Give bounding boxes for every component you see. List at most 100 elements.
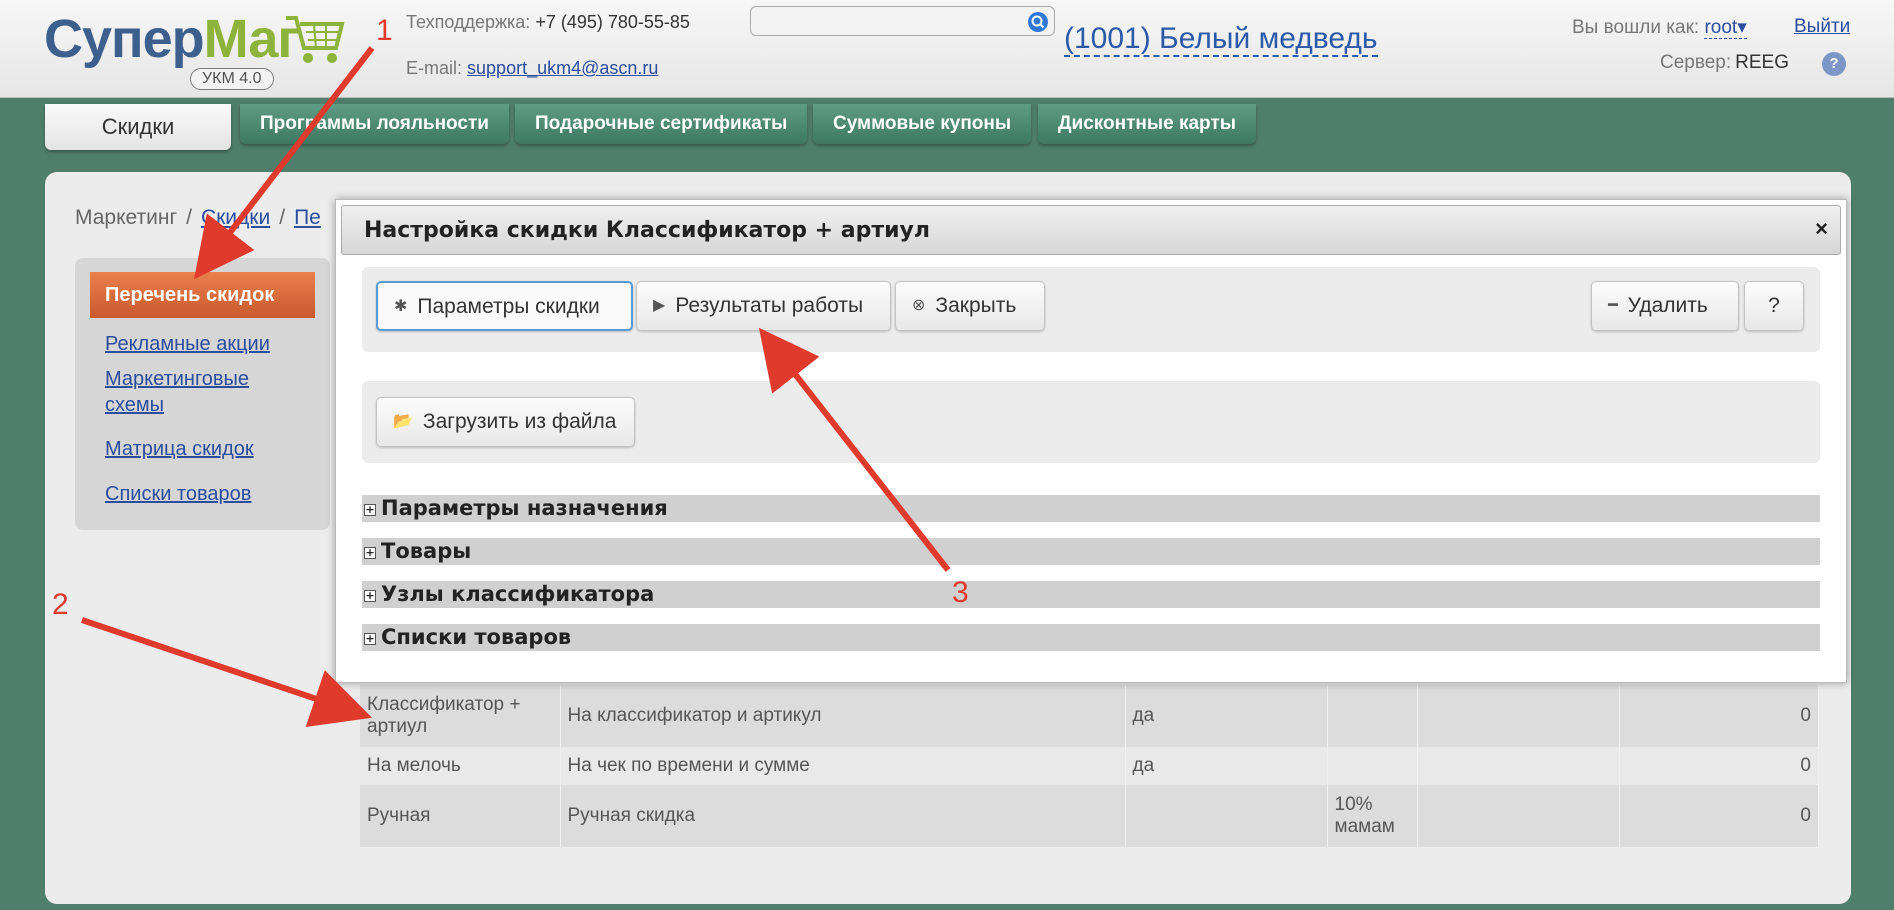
support-email-line: E-mail: support_ukm4@ascn.ru bbox=[406, 58, 658, 79]
app-header: СуперМаг УКМ 4.0 Техподдержка: +7 (495) … bbox=[0, 0, 1894, 98]
breadcrumb: Маркетинг / Скидки / Пе bbox=[75, 206, 321, 230]
dialog-title: Настройка скидки Классификатор + артиул bbox=[364, 218, 930, 243]
section-label: Списки товаров bbox=[381, 625, 572, 649]
logout-link[interactable]: Выйти bbox=[1794, 16, 1850, 38]
dialog-toolbar: ✱ Параметры скидки ▶ Результаты работы ⊗ За… bbox=[362, 267, 1820, 352]
tab-coupons[interactable]: Суммовые купоны bbox=[813, 104, 1032, 144]
help-button[interactable]: ? bbox=[1744, 281, 1804, 331]
table-cell bbox=[1327, 747, 1418, 785]
tab-discounts[interactable]: Скидки bbox=[45, 104, 231, 150]
delete-button[interactable]: ━ Удалить bbox=[1591, 281, 1739, 331]
table-cell: На классификатор и артикул bbox=[560, 685, 1126, 747]
supermag-logo: СуперМаг УКМ 4.0 bbox=[44, 8, 354, 90]
section-assignment-params[interactable]: + Параметры назначения bbox=[362, 495, 1820, 522]
close-button[interactable]: ⊗ Закрыть bbox=[895, 281, 1045, 331]
annotation-label-1: 1 bbox=[376, 14, 393, 47]
load-bar: 📂 Загрузить из файла bbox=[362, 381, 1820, 463]
breadcrumb-current[interactable]: Пе bbox=[294, 206, 321, 229]
help-icon[interactable]: ? bbox=[1822, 52, 1846, 76]
tab-loyalty[interactable]: Программы лояльности bbox=[240, 104, 509, 144]
load-button-label: Загрузить из файла bbox=[422, 410, 617, 433]
minus-icon: ━ bbox=[1608, 297, 1618, 315]
chevron-down-icon: ▾ bbox=[1737, 17, 1747, 38]
store-selector[interactable]: (1001) Белый медведь bbox=[1064, 22, 1378, 57]
table-row[interactable]: Классификатор + артиул На классификатор … bbox=[360, 685, 1819, 747]
annotation-label-2: 2 bbox=[52, 588, 69, 621]
support-email-link[interactable]: support_ukm4@ascn.ru bbox=[467, 58, 658, 78]
expand-icon[interactable]: + bbox=[364, 504, 376, 516]
table-cell: да bbox=[1125, 685, 1328, 747]
load-from-file-button[interactable]: 📂 Загрузить из файла bbox=[376, 397, 635, 447]
sidebar-item-promotions[interactable]: Рекламные акции bbox=[105, 331, 270, 357]
logged-label: Вы вошли как: bbox=[1572, 17, 1700, 38]
server-info: Сервер: REEG bbox=[1660, 52, 1789, 74]
table-cell: Ручная скидка bbox=[560, 785, 1126, 847]
table-cell: На чек по времени и сумме bbox=[560, 747, 1126, 785]
search-icon[interactable] bbox=[1028, 12, 1048, 32]
table-cell: На мелочь bbox=[360, 747, 561, 785]
dialog-titlebar[interactable]: Настройка скидки Классификатор + артиул … bbox=[341, 205, 1841, 255]
sidebar-item-discount-matrix[interactable]: Матрица скидок bbox=[105, 436, 254, 462]
table-cell bbox=[1327, 685, 1418, 747]
tab-gift-certificates[interactable]: Подарочные сертификаты bbox=[515, 104, 808, 144]
logged-in-info: Вы вошли как: root▾ bbox=[1572, 16, 1747, 39]
expand-icon[interactable]: + bbox=[364, 633, 376, 645]
results-button[interactable]: ▶ Результаты работы bbox=[636, 281, 891, 331]
breadcrumb-sep: / bbox=[186, 206, 192, 229]
play-icon: ▶ bbox=[653, 297, 666, 315]
params-button-label: Параметры скидки bbox=[417, 295, 600, 318]
table-cell: Ручная bbox=[360, 785, 561, 847]
cart-icon bbox=[286, 16, 345, 63]
discount-settings-dialog: Настройка скидки Классификатор + артиул … bbox=[335, 199, 1847, 683]
expand-icon[interactable]: + bbox=[364, 547, 376, 559]
section-classifier-nodes[interactable]: + Узлы классификатора bbox=[362, 581, 1820, 608]
folder-open-icon: 📂 bbox=[393, 413, 413, 431]
tab-discount-cards[interactable]: Дисконтные карты bbox=[1038, 104, 1256, 144]
results-button-label: Результаты работы bbox=[675, 294, 864, 317]
table-cell bbox=[1417, 747, 1620, 785]
support-phone-line: Техподдержка: +7 (495) 780-55-85 bbox=[406, 12, 690, 33]
user-menu[interactable]: root▾ bbox=[1704, 17, 1747, 39]
breadcrumb-sep: / bbox=[279, 206, 286, 229]
table-cell: Классификатор + артиул bbox=[360, 685, 561, 747]
close-icon[interactable]: × bbox=[1815, 216, 1828, 242]
table-cell bbox=[1125, 785, 1328, 847]
version-badge: УКМ 4.0 bbox=[190, 68, 274, 90]
section-label: Узлы классификатора bbox=[381, 582, 655, 606]
table-cell: 10% мамам bbox=[1327, 785, 1418, 847]
table-cell bbox=[1417, 785, 1620, 847]
sidebar-item-product-lists[interactable]: Списки товаров bbox=[105, 481, 251, 507]
section-products[interactable]: + Товары bbox=[362, 538, 1820, 565]
table-cell: 0 bbox=[1619, 685, 1819, 747]
expand-icon[interactable]: + bbox=[364, 590, 376, 602]
support-phone: +7 (495) 780-55-85 bbox=[535, 12, 690, 32]
table-cell: 0 bbox=[1619, 747, 1819, 785]
logo-part1: Супер bbox=[44, 9, 205, 69]
table-cell bbox=[1417, 685, 1620, 747]
params-button[interactable]: ✱ Параметры скидки bbox=[376, 281, 633, 331]
close-button-label: Закрыть bbox=[935, 294, 1017, 317]
table-row[interactable]: На мелочь На чек по времени и сумме да 0 bbox=[360, 747, 1819, 785]
table-cell: да bbox=[1125, 747, 1328, 785]
search-input[interactable] bbox=[750, 6, 1055, 36]
section-product-lists[interactable]: + Списки товаров bbox=[362, 624, 1820, 651]
discounts-table: Классификатор + артиул На классификатор … bbox=[360, 685, 1819, 847]
server-label: Сервер: bbox=[1660, 52, 1732, 73]
annotation-label-3: 3 bbox=[952, 576, 969, 609]
table-cell: 0 bbox=[1619, 785, 1819, 847]
gear-icon: ✱ bbox=[394, 298, 408, 316]
logo-text: СуперМаг bbox=[44, 8, 300, 70]
table-row[interactable]: Ручная Ручная скидка 10% мамам 0 bbox=[360, 785, 1819, 847]
server-name: REEG bbox=[1735, 52, 1790, 73]
breadcrumb-discounts[interactable]: Скидки bbox=[201, 206, 270, 229]
sidebar-item-marketing-schemes[interactable]: Маркетинговые схемы bbox=[105, 366, 305, 418]
email-label: E-mail: bbox=[406, 58, 463, 78]
sidebar-item-discount-list[interactable]: Перечень скидок bbox=[90, 272, 315, 318]
delete-button-label: Удалить bbox=[1627, 294, 1708, 317]
close-circle-icon: ⊗ bbox=[912, 297, 926, 315]
support-label: Техподдержка: bbox=[406, 12, 531, 32]
user-name: root bbox=[1704, 17, 1738, 38]
breadcrumb-root: Маркетинг bbox=[75, 206, 178, 229]
section-label: Параметры назначения bbox=[381, 496, 668, 520]
section-label: Товары bbox=[381, 539, 472, 563]
